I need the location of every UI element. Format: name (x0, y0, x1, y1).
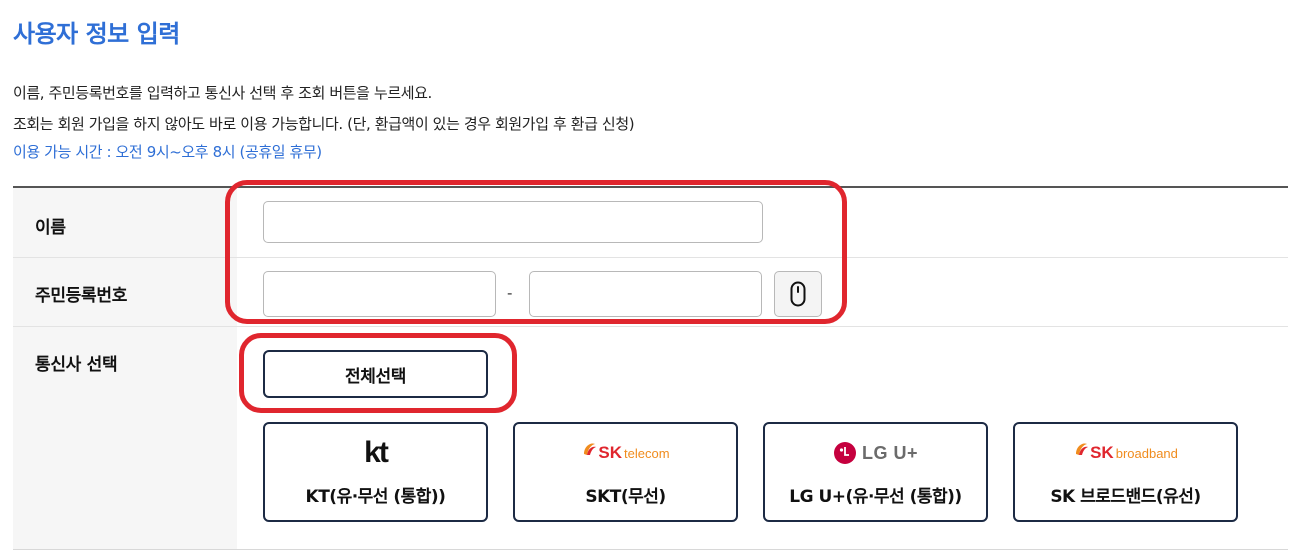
page-title: 사용자 정보 입력 (13, 20, 180, 48)
sk-telecom-logo: SK telecom (515, 438, 736, 468)
rrn-front-input[interactable] (263, 271, 496, 317)
rrn-row: 주민등록번호 - (13, 258, 1288, 327)
carrier-kt-button[interactable]: kt KT(유·무선 (통합)) (263, 422, 488, 522)
rrn-label: 주민등록번호 (35, 286, 128, 306)
kt-logo: kt (364, 436, 389, 469)
carrier-lgu-label: LG U+(유·무선 (통합)) (789, 487, 962, 507)
instruction-text-note: 조회는 회원 가입을 하지 않아도 바로 이용 가능합니다. (단, 환급액이 … (13, 115, 635, 133)
carrier-skt-button[interactable]: SK telecom SKT(무선) (513, 422, 738, 522)
carrier-skb-button[interactable]: SK broadband SK 브로드밴드(유선) (1013, 422, 1238, 522)
instruction-text: 이름, 주민등록번호를 입력하고 통신사 선택 후 조회 버튼을 누르세요. (13, 84, 432, 102)
rrn-label-cell: 주민등록번호 (13, 258, 237, 326)
carrier-label: 통신사 선택 (35, 355, 118, 375)
carrier-label-cell: 통신사 선택 (13, 327, 237, 549)
mouse-icon (790, 281, 806, 307)
rrn-mask-toggle-button[interactable] (774, 271, 822, 317)
select-all-button[interactable]: 전체선택 (263, 350, 488, 398)
carrier-skb-label: SK 브로드밴드(유선) (1050, 487, 1201, 507)
rrn-back-input[interactable] (529, 271, 762, 317)
carrier-lgu-button[interactable]: LG U+ LG U+(유·무선 (통합)) (763, 422, 988, 522)
rrn-separator: - (507, 284, 513, 302)
name-row: 이름 (13, 188, 1288, 258)
name-input[interactable] (263, 201, 763, 243)
user-info-form: 이름 주민등록번호 - 통신사 선택 전체선택 kt KT(유·무선 (통합)) (13, 186, 1288, 550)
lg-uplus-logo: LG U+ (765, 438, 986, 468)
name-label-cell: 이름 (13, 188, 237, 257)
name-label: 이름 (35, 218, 66, 238)
carrier-kt-label: KT(유·무선 (통합)) (305, 487, 446, 507)
carrier-skt-label: SKT(무선) (585, 487, 666, 507)
carrier-row: 통신사 선택 전체선택 kt KT(유·무선 (통합)) SK telecom … (13, 327, 1288, 550)
sk-broadband-logo: SK broadband (1015, 438, 1236, 468)
available-hours-notice: 이용 가능 시간 : 오전 9시~오후 8시 (공휴일 휴무) (13, 143, 322, 161)
